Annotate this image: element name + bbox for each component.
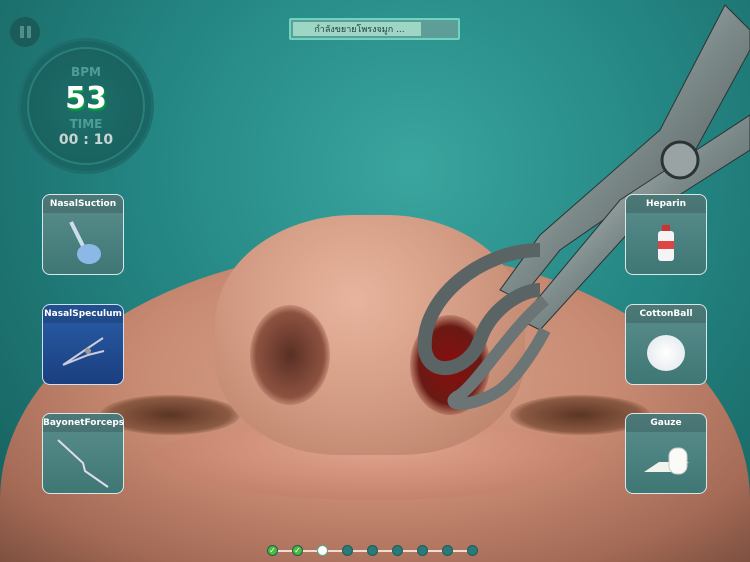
tool-label: NasalSpeculum xyxy=(43,305,123,323)
step-dot-current xyxy=(317,545,328,556)
step-dot xyxy=(367,545,378,556)
time-label: TIME xyxy=(69,117,103,131)
tool-cotton-ball[interactable]: CottonBall xyxy=(625,304,707,385)
step-dot-completed: ✓ xyxy=(292,545,303,556)
bpm-label: BPM xyxy=(71,65,101,79)
gauze-roll-icon xyxy=(626,432,706,492)
step-dot xyxy=(342,545,353,556)
step-dot xyxy=(392,545,403,556)
forceps-icon xyxy=(43,432,123,492)
vitals-gauge: BPM 53 TIME 00 : 10 xyxy=(18,38,154,174)
time-value: 00 : 10 xyxy=(58,132,114,148)
tool-label: Heparin xyxy=(626,195,706,213)
tool-gauze[interactable]: Gauze xyxy=(625,413,707,494)
tool-label: BayonetForceps xyxy=(43,414,124,432)
pause-button[interactable] xyxy=(10,17,40,47)
cotton-ball-icon xyxy=(626,323,706,383)
tool-bayonet-forceps[interactable]: BayonetForceps xyxy=(42,413,124,494)
step-dot xyxy=(467,545,478,556)
tool-label: CottonBall xyxy=(626,305,706,323)
step-dot xyxy=(417,545,428,556)
speculum-icon xyxy=(43,323,123,383)
step-progress: ✓ ✓ xyxy=(267,545,479,557)
tool-label: Gauze xyxy=(626,414,706,432)
step-dot-completed: ✓ xyxy=(267,545,278,556)
vial-icon xyxy=(626,213,706,273)
tool-heparin[interactable]: Heparin xyxy=(625,194,707,275)
tool-label: NasalSuction xyxy=(43,195,123,213)
pause-icon xyxy=(19,26,24,38)
status-progress-bar: กำลังขยายโพรงจมูก ... xyxy=(289,18,460,40)
tool-nasal-suction[interactable]: NasalSuction xyxy=(42,194,124,275)
suction-bulb-icon xyxy=(43,213,123,273)
step-dot xyxy=(442,545,453,556)
pause-icon-bar xyxy=(26,26,31,38)
tool-nasal-speculum[interactable]: NasalSpeculum xyxy=(42,304,124,385)
status-label: กำลังขยายโพรงจมูก ... xyxy=(314,25,405,35)
bpm-value: 53 xyxy=(65,81,107,116)
